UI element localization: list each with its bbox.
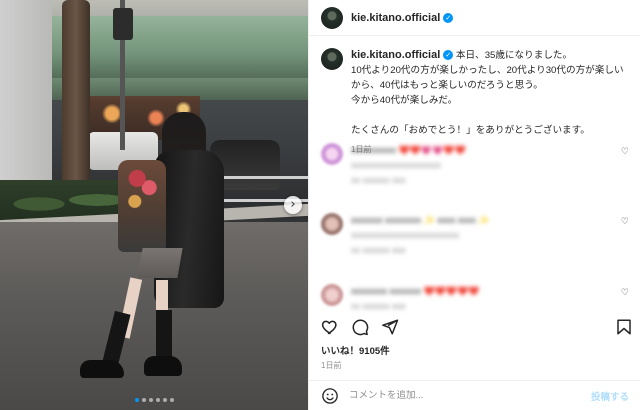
caption-line: 本日、35歳になりました。	[455, 50, 573, 61]
comment-text: xxxxxxxxxx ❤️❤️💗💗❤️❤️	[351, 145, 466, 155]
avatar[interactable]	[321, 143, 343, 165]
photo-person-skirt	[137, 248, 183, 278]
comment-meta: xxxxxxxxxxxxxxxxxxxx	[351, 160, 441, 170]
photo-tree-trunk	[62, 0, 90, 190]
caption-text: kie.kitano.official ✓ 本日、35歳になりました。	[351, 48, 624, 63]
username[interactable]: kie.kitano.official	[351, 12, 440, 24]
photo-building	[0, 0, 52, 190]
comment-text: xxxxxxx xxxxxxxx ✨ xxxx xxxx ✨	[351, 215, 490, 225]
avatar[interactable]	[321, 6, 343, 29]
comment-heart-icon[interactable]: ♡	[621, 147, 629, 157]
comment-icon[interactable]	[351, 318, 369, 336]
avatar[interactable]	[321, 284, 343, 306]
verified-badge-icon: ✓	[443, 50, 454, 61]
caption-line: から、40代はもっと楽しいのだろうと思う。	[351, 80, 543, 91]
post-panel: kie.kitano.official ✓ kie.kitano.officia…	[308, 0, 640, 410]
comment-meta: xx xxxxxx xxx	[351, 301, 406, 311]
comment-input[interactable]	[349, 390, 591, 401]
photo-bouquet	[118, 160, 166, 252]
verified-badge-icon: ✓	[443, 12, 454, 23]
avatar[interactable]	[321, 48, 343, 70]
comment-reply: xx xxxxxx xxx	[351, 245, 406, 255]
photo-person-shoe	[144, 356, 182, 376]
heart-icon[interactable]	[321, 318, 339, 336]
post-comment-button[interactable]: 投稿する	[591, 389, 629, 403]
carousel-dot	[134, 398, 139, 402]
post-header: kie.kitano.official ✓	[309, 0, 640, 36]
avatar[interactable]	[321, 213, 343, 235]
carousel-dot	[148, 398, 153, 402]
post-photo[interactable]: ›	[0, 0, 308, 410]
comment-meta: xxxxxxxxxxxxxxxxxxxxxxxx	[351, 230, 459, 240]
carousel-dot	[162, 398, 167, 402]
action-bar	[321, 318, 633, 336]
emoji-icon[interactable]	[321, 387, 339, 405]
carousel-dot	[155, 398, 160, 402]
comment-bar: 投稿する	[309, 380, 640, 410]
photo-traffic-signal	[113, 8, 133, 40]
chevron-right-icon[interactable]: ›	[284, 196, 302, 214]
photo-person-shoe	[80, 360, 124, 378]
comment-reply: xx xxxxxx xxx	[351, 175, 406, 185]
bookmark-icon[interactable]	[615, 318, 633, 336]
caption-username[interactable]: kie.kitano.official	[351, 49, 440, 61]
comment-heart-icon[interactable]: ♡	[621, 217, 629, 227]
caption-line: 10代より20代の方が楽しかったし、20代より30代の方が楽しい	[351, 65, 624, 76]
caption-line	[351, 108, 624, 123]
carousel-dot	[169, 398, 174, 402]
carousel-dot	[141, 398, 146, 402]
carousel-dots	[0, 398, 308, 402]
comment-item: xxxxxxxx xxxxxxx ❤️❤️❤️❤️❤️ xx xxxxxx xx…	[321, 284, 633, 314]
photo-person-sock	[156, 310, 172, 362]
comment-heart-icon[interactable]: ♡	[621, 288, 629, 298]
photo-overpass	[52, 16, 308, 78]
caption-line: たくさんの「おめでとう！」をありがとうございます。	[351, 125, 590, 136]
post-timestamp[interactable]: 1日前	[321, 360, 341, 371]
share-icon[interactable]	[381, 318, 399, 336]
like-count[interactable]: いいね！9105件	[321, 343, 390, 357]
comment-item: xxxxxxxxxx ❤️❤️💗💗❤️❤️ xxxxxxxxxxxxxxxxxx…	[321, 143, 633, 188]
post-caption: kie.kitano.official ✓ 本日、35歳になりました。 10代より…	[321, 48, 633, 157]
comment-text: xxxxxxxx xxxxxxx ❤️❤️❤️❤️❤️	[351, 286, 480, 296]
caption-line: 今から40代が楽しみだ。	[351, 95, 458, 106]
comment-item: xxxxxxx xxxxxxxx ✨ xxxx xxxx ✨ xxxxxxxxx…	[321, 213, 633, 258]
